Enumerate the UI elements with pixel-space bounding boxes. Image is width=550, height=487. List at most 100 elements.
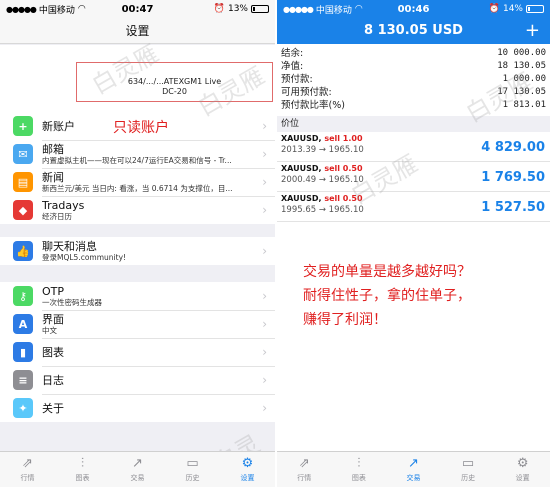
menu-item-title: OTP [42, 284, 65, 298]
summary-row: 净值: 18 130.05 [281, 60, 546, 73]
tab-label: 设置 [240, 474, 255, 482]
position-row[interactable]: XAUUSD, sell 0.50 1995.65 → 1965.10 1 527.… [277, 192, 550, 222]
menu-item-text: Tradays 经济日历 [42, 199, 253, 222]
tab-quotes[interactable]: ⇗ 行情 [0, 452, 55, 487]
menu-item-subtitle: 经济日历 [42, 211, 72, 221]
language-icon: A [13, 314, 33, 334]
chevron-right-icon: › [262, 147, 267, 161]
summary-row: 预付款比率(%) 1 813.01 [281, 99, 546, 112]
summary-value: 10 000.00 [497, 48, 546, 58]
journal-icon: ≡ [13, 370, 33, 390]
menu-item-journal[interactable]: ≡ 日志 › [0, 366, 275, 394]
settings-gear-icon: ⚙ [241, 456, 254, 471]
menu-item-language[interactable]: A 界面 中文 › [0, 310, 275, 338]
note-line: 耐得住性子，拿的住单子， [303, 288, 471, 304]
menu-item-otp-key[interactable]: ⚷ OTP 一次性密码生成器 › [0, 282, 275, 310]
menu-item-subtitle: 登录MQL5.community! [42, 252, 127, 262]
tab-trade[interactable]: ↗ 交易 [110, 452, 165, 487]
calendar-icon: ◆ [13, 200, 33, 220]
account-server: DC-20 [162, 87, 187, 96]
chart-candles-icon: ▮ [13, 342, 33, 362]
position-row[interactable]: XAUUSD, sell 1.00 2013.39 → 1965.10 4 829.… [277, 132, 550, 162]
summary-label: 预付款: [281, 74, 313, 85]
tab-label: 设置 [515, 474, 530, 482]
tab-settings-gear[interactable]: ⚙ 设置 [220, 452, 275, 487]
summary-label: 净值: [281, 61, 304, 72]
menu-group-settings: ⚷ OTP 一次性密码生成器 › A 界面 中文 › ▮ 图表 › ≡ 日志 › ✦ 关于 › [0, 282, 275, 422]
position-symbol: XAUUSD, [281, 194, 322, 203]
quotes-icon: ⇗ [22, 456, 33, 471]
menu-item-title: Tradays [42, 198, 85, 212]
menu-item-text: 图表 [42, 346, 253, 359]
tab-settings-gear[interactable]: ⚙ 设置 [495, 452, 550, 487]
summary-row: 预付款: 1 000.00 [281, 73, 546, 86]
tab-chart[interactable]: ⫶ 图表 [55, 452, 110, 487]
menu-item-calendar[interactable]: ◆ Tradays 经济日历 › [0, 196, 275, 224]
commentary-note: 交易的单量是越多越好吗？ 耐得住性子，拿的住单子， 赚得了利润！ [303, 260, 543, 332]
menu-item-title: 邮箱 [42, 142, 64, 156]
summary-row: 结余: 10 000.00 [281, 47, 546, 60]
chevron-right-icon: › [262, 373, 267, 387]
note-line: 赚得了利润！ [303, 312, 387, 328]
menu-item-title: 日志 [42, 373, 64, 387]
history-icon: ▭ [461, 456, 475, 471]
profit-total: 8 130.05 USD [364, 23, 463, 38]
balance-title: 8 130.05 USD + [277, 18, 550, 44]
menu-item-text: 邮箱 内置虚拟主机——现在可以24/7运行EA交易和信号 - Tr... [42, 143, 253, 166]
summary-value: 18 130.05 [497, 61, 546, 71]
otp-key-icon: ⚷ [13, 286, 33, 306]
battery-icon [526, 5, 544, 13]
menu-item-text: 聊天和消息 登录MQL5.community! [42, 240, 253, 263]
tab-quotes[interactable]: ⇗ 行情 [277, 452, 332, 487]
menu-item-chart-candles[interactable]: ▮ 图表 › [0, 338, 275, 366]
position-profit: 1 527.50 [481, 200, 545, 215]
tab-trade[interactable]: ↗ 交易 [386, 452, 441, 487]
tab-label: 图表 [351, 474, 366, 482]
menu-item-mail[interactable]: ✉ 邮箱 内置虚拟主机——现在可以24/7运行EA交易和信号 - Tr... › [0, 140, 275, 168]
chevron-right-icon: › [262, 289, 267, 303]
settings-gear-icon: ⚙ [516, 456, 529, 471]
trade-screen: ●●●●● 中国移动 ◠ 00:46 ⏰ 14% 8 130.05 USD + … [277, 0, 550, 487]
chart-icon: ⫶ [80, 456, 85, 471]
summary-value: 17 130.05 [497, 87, 546, 97]
chevron-right-icon: › [262, 401, 267, 415]
position-row[interactable]: XAUUSD, sell 0.50 2000.49 → 1965.10 1 769.… [277, 162, 550, 192]
position-symbol: XAUUSD, [281, 134, 322, 143]
menu-item-news-book[interactable]: ▤ 新闻 新西兰元/美元 当日内: 看涨，当 0.6714 为支撑位，目... › [0, 168, 275, 196]
chevron-right-icon: › [262, 345, 267, 359]
tab-history[interactable]: ▭ 历史 [165, 452, 220, 487]
account-card[interactable]: 634/.../...ATEXGM1 Live DC-20 [76, 62, 273, 102]
quotes-icon: ⇗ [298, 456, 310, 471]
summary-label: 结余: [281, 48, 304, 59]
tab-history[interactable]: ▭ 历史 [441, 452, 496, 487]
chart-icon: ⫶ [357, 456, 361, 471]
menu-item-chat-thumb[interactable]: 👍 聊天和消息 登录MQL5.community! › [0, 237, 275, 265]
tab-label: 历史 [461, 474, 476, 482]
trade-icon: ↗ [408, 456, 419, 471]
menu-item-about[interactable]: ✦ 关于 › [0, 394, 275, 422]
new-order-button[interactable]: + [525, 18, 540, 44]
position-profit: 1 769.50 [481, 170, 545, 185]
tab-label: 历史 [185, 474, 200, 482]
battery-icon [251, 5, 269, 13]
menu-item-title: 界面 [42, 312, 64, 326]
about-icon: ✦ [13, 398, 33, 418]
menu-item-text: 界面 中文 [42, 313, 253, 336]
tab-bar: ⇗ 行情 ⫶ 图表 ↗ 交易 ▭ 历史 ⚙ 设置 [0, 451, 275, 487]
position-side: sell 0.50 [324, 164, 363, 173]
tab-label: 行情 [20, 474, 35, 482]
settings-screen: ●●●●● 中国移动 ◠ 00:47 ⏰ 13% 设置 634/.../...A… [0, 0, 275, 487]
menu-item-text: 日志 [42, 374, 253, 387]
tab-chart[interactable]: ⫶ 图表 [332, 452, 387, 487]
summary-label: 预付款比率(%) [281, 100, 345, 111]
note-line: 交易的单量是越多越好吗？ [303, 264, 471, 280]
chevron-right-icon: › [262, 317, 267, 331]
tab-label: 行情 [297, 474, 312, 482]
menu-item-title: 关于 [42, 401, 64, 415]
position-side: sell 1.00 [324, 134, 363, 143]
tab-label: 图表 [75, 474, 90, 482]
menu-item-subtitle: 新西兰元/美元 当日内: 看涨，当 0.6714 为支撑位，目... [42, 183, 233, 193]
menu-item-text: OTP 一次性密码生成器 [42, 285, 253, 308]
chevron-right-icon: › [262, 203, 267, 217]
menu-item-title: 新闻 [42, 170, 64, 184]
